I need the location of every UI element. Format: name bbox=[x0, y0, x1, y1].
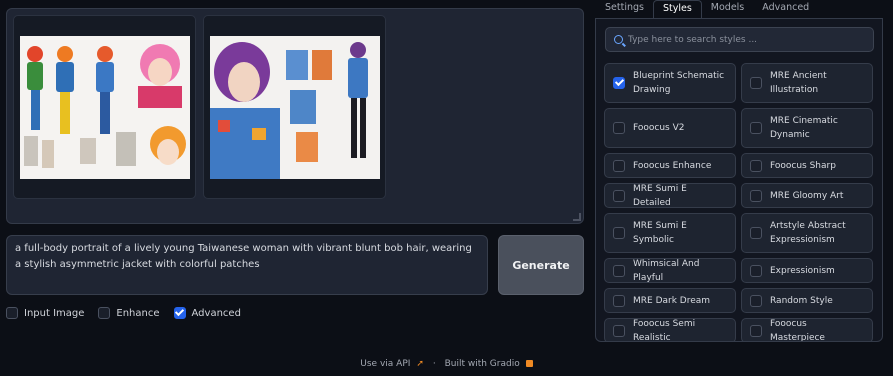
checkbox-icon[interactable] bbox=[613, 122, 625, 134]
generated-image[interactable] bbox=[20, 36, 190, 179]
checkbox-icon[interactable] bbox=[613, 294, 625, 307]
gallery-thumbnail[interactable] bbox=[13, 15, 196, 199]
style-label: Random Style bbox=[770, 295, 833, 306]
checkbox-icon[interactable] bbox=[6, 307, 18, 319]
style-option[interactable]: Whimsical And Playful bbox=[604, 258, 736, 283]
styles-panel: Type here to search styles ... Blueprint… bbox=[595, 18, 883, 342]
style-label: MRE Cinematic Dynamic bbox=[770, 116, 838, 140]
resize-handle-icon[interactable] bbox=[573, 213, 581, 221]
tab-styles[interactable]: Styles bbox=[652, 0, 702, 18]
styles-grid: Blueprint Schematic Drawing MRE Ancient … bbox=[604, 63, 874, 342]
checkbox-icon[interactable] bbox=[613, 227, 625, 239]
tab-advanced[interactable]: Advanced bbox=[753, 0, 818, 18]
options-row: Input Image Enhance Advanced bbox=[6, 307, 255, 319]
style-label: MRE Dark Dream bbox=[633, 295, 711, 306]
style-label: MRE Gloomy Art bbox=[770, 190, 844, 201]
gradio-logo-icon bbox=[525, 360, 533, 367]
checkbox-icon[interactable] bbox=[750, 294, 762, 307]
checkbox-icon[interactable] bbox=[613, 324, 625, 337]
checkbox-icon[interactable] bbox=[750, 189, 762, 202]
checkbox-icon[interactable] bbox=[750, 264, 762, 277]
style-option[interactable]: Fooocus Enhance bbox=[604, 153, 736, 178]
style-label: Fooocus Enhance bbox=[633, 160, 712, 171]
checkbox-checked-icon[interactable] bbox=[613, 77, 625, 89]
style-option[interactable]: MRE Sumi E Symbolic bbox=[604, 213, 736, 253]
input-image-checkbox[interactable]: Input Image bbox=[6, 307, 84, 319]
style-option[interactable]: Random Style bbox=[741, 288, 873, 313]
rocket-icon: ➚ bbox=[416, 359, 424, 369]
style-label: Fooocus V2 bbox=[633, 123, 685, 133]
style-option[interactable]: Fooocus V2 bbox=[604, 108, 736, 148]
style-option[interactable]: Expressionism bbox=[741, 258, 873, 283]
checkbox-checked-icon[interactable] bbox=[173, 307, 186, 319]
footer-separator: · bbox=[432, 359, 436, 369]
style-label: Fooocus Masterpiece bbox=[770, 318, 825, 342]
checkbox-icon[interactable] bbox=[750, 77, 762, 89]
footer: Use via API ➚ · Built with Gradio bbox=[0, 359, 893, 369]
style-label: Fooocus Sharp bbox=[770, 160, 836, 171]
style-label: Whimsical And Playful bbox=[633, 258, 700, 283]
advanced-checkbox[interactable]: Advanced bbox=[173, 307, 241, 319]
style-option[interactable]: MRE Dark Dream bbox=[604, 288, 736, 313]
style-label: MRE Sumi E Symbolic bbox=[633, 221, 687, 245]
style-option[interactable]: Fooocus Masterpiece bbox=[741, 318, 873, 342]
tab-settings[interactable]: Settings bbox=[596, 0, 653, 18]
tab-models[interactable]: Models bbox=[702, 0, 753, 18]
style-option[interactable]: Fooocus Sharp bbox=[741, 153, 873, 178]
checkbox-icon[interactable] bbox=[750, 324, 762, 337]
image-gallery bbox=[6, 8, 584, 224]
checkbox-label: Advanced bbox=[191, 307, 241, 319]
style-option[interactable]: Artstyle Abstract Expressionism bbox=[741, 213, 873, 253]
enhance-checkbox[interactable]: Enhance bbox=[98, 307, 160, 319]
checkbox-icon[interactable] bbox=[750, 122, 762, 134]
generate-button[interactable]: Generate bbox=[498, 235, 584, 295]
style-option[interactable]: Fooocus Semi Realistic bbox=[604, 318, 736, 342]
search-placeholder: Type here to search styles ... bbox=[628, 34, 758, 45]
style-option[interactable]: MRE Sumi E Detailed bbox=[604, 183, 736, 208]
style-label: MRE Ancient Illustration bbox=[770, 71, 827, 95]
style-label: Fooocus Semi Realistic bbox=[633, 318, 696, 342]
styles-search-input[interactable]: Type here to search styles ... bbox=[605, 27, 874, 52]
search-icon bbox=[614, 35, 623, 44]
gallery-thumbnail[interactable] bbox=[203, 15, 386, 199]
style-label: Artstyle Abstract Expressionism bbox=[770, 221, 846, 245]
checkbox-label: Input Image bbox=[24, 307, 85, 319]
checkbox-icon[interactable] bbox=[613, 264, 625, 277]
style-label: Expressionism bbox=[770, 265, 835, 276]
generated-image[interactable] bbox=[210, 36, 380, 179]
checkbox-icon[interactable] bbox=[98, 307, 111, 319]
checkbox-icon[interactable] bbox=[750, 159, 762, 172]
checkbox-label: Enhance bbox=[116, 307, 160, 319]
checkbox-icon[interactable] bbox=[750, 227, 762, 239]
tab-bar: Settings Styles Models Advanced bbox=[596, 0, 893, 18]
use-via-api-link[interactable]: Use via API bbox=[360, 359, 410, 369]
checkbox-icon[interactable] bbox=[613, 189, 625, 202]
checkbox-icon[interactable] bbox=[613, 159, 625, 172]
built-with-gradio-link[interactable]: Built with Gradio bbox=[445, 359, 520, 369]
style-option[interactable]: MRE Gloomy Art bbox=[741, 183, 873, 208]
prompt-textarea[interactable]: a full-body portrait of a lively young T… bbox=[6, 235, 488, 295]
style-option[interactable]: MRE Cinematic Dynamic bbox=[741, 108, 873, 148]
style-option[interactable]: Blueprint Schematic Drawing bbox=[604, 63, 736, 103]
style-label: MRE Sumi E Detailed bbox=[633, 183, 687, 208]
style-label: Blueprint Schematic Drawing bbox=[633, 71, 725, 95]
style-option[interactable]: MRE Ancient Illustration bbox=[741, 63, 873, 103]
